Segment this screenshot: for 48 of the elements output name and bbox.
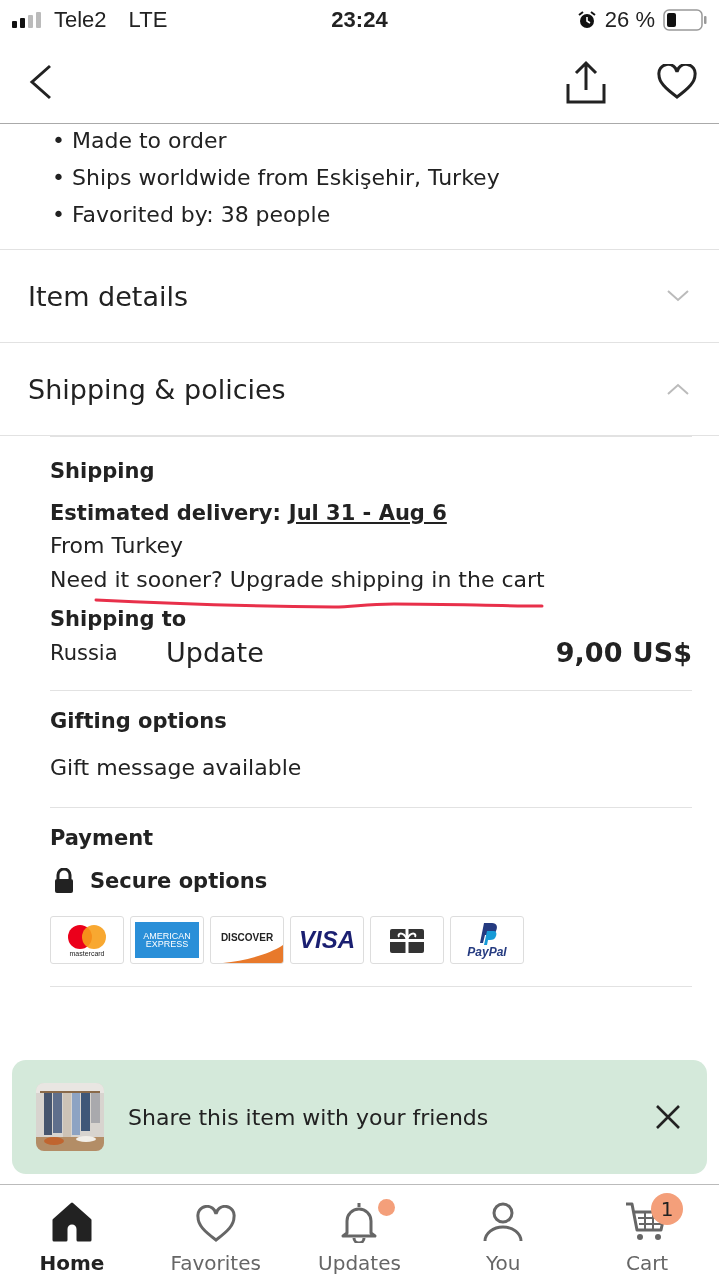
payment-heading: Payment <box>50 826 155 850</box>
country-text: Russia <box>50 640 119 665</box>
accordion-header[interactable]: Shipping & policies <box>0 343 719 436</box>
payment-card-logo: VISA <box>290 916 364 964</box>
share-banner[interactable]: Share this item with your friends <box>12 1060 707 1174</box>
payment-card-logo: PayPal <box>450 916 524 964</box>
section-title: Item details <box>28 280 188 312</box>
origin-text: From Turkey <box>50 532 185 560</box>
person-icon <box>482 1201 525 1243</box>
shipping-heading: Shipping <box>50 459 156 483</box>
tab-bar-item[interactable]: Favorites <box>150 1185 281 1280</box>
highlight-item: • Ships worldwide from Eskişehir, Turkey <box>52 164 501 192</box>
carrier-name: Tele2 <box>54 7 107 33</box>
highlight-item: • Favorited by: 38 people <box>52 201 332 229</box>
payment-card-logo: DISCOVER <box>210 916 284 964</box>
share-banner-text: Share this item with your friends <box>128 1104 490 1130</box>
delivery-dates-link[interactable]: Jul 31 - Aug 6 <box>288 501 447 525</box>
favorite-button[interactable] <box>657 63 697 100</box>
tab-bar-item[interactable]: Updates <box>294 1185 425 1280</box>
tab-bar-item[interactable]: Home <box>6 1185 137 1280</box>
tab-bar-item[interactable]: You <box>438 1185 569 1280</box>
upgrade-note: Need it sooner? Upgrade shipping in the cart <box>50 566 546 594</box>
section-title: Shipping & policies <box>28 373 286 405</box>
shipping-price: 9,00 US$ <box>555 637 692 668</box>
alarm-icon <box>576 10 597 30</box>
heart-icon <box>194 1205 237 1243</box>
battery-percent: 26 % <box>604 7 655 33</box>
battery-icon <box>663 9 707 31</box>
tab-bar-item[interactable]: 1 Cart <box>582 1185 713 1280</box>
close-button[interactable] <box>655 1104 681 1130</box>
lock-icon <box>54 868 74 894</box>
update-link[interactable]: Update <box>166 637 556 668</box>
delivery-label: Estimated delivery: <box>50 501 281 525</box>
share-button[interactable] <box>565 59 607 104</box>
shipping-to-heading: Shipping to <box>50 607 188 631</box>
network-type: LTE <box>128 7 168 33</box>
payment-card-logo: AMERICAN EXPRESS <box>130 916 204 964</box>
clock: 23:24 <box>331 7 388 33</box>
chevron-icon <box>667 290 689 302</box>
gifting-heading: Gifting options <box>50 709 228 733</box>
back-button[interactable] <box>28 63 54 100</box>
home-icon <box>50 1201 93 1243</box>
gifting-note: Gift message available <box>50 754 303 782</box>
highlight-item: • Made to order <box>52 127 228 155</box>
chevron-icon <box>667 383 689 395</box>
secure-options-text: Secure options <box>90 869 268 893</box>
accordion-header[interactable]: Item details <box>0 250 719 343</box>
cart-count-badge: 1 <box>651 1193 684 1225</box>
